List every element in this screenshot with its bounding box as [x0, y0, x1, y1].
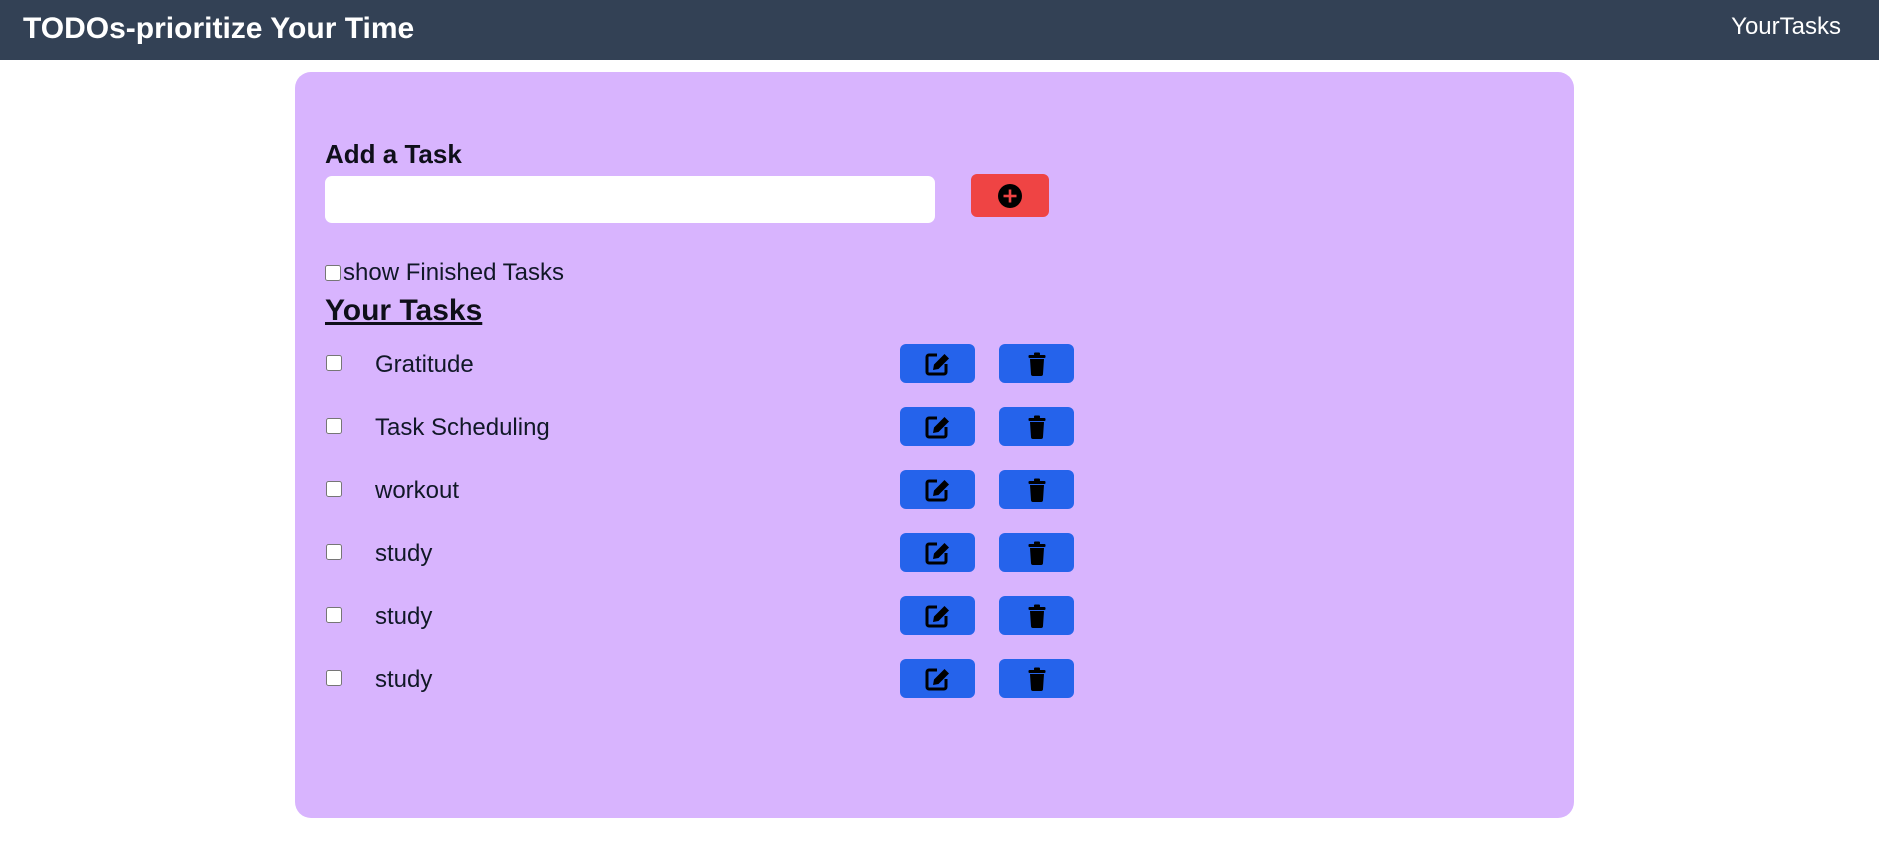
trash-icon — [1028, 478, 1045, 502]
show-finished-checkbox[interactable] — [325, 265, 341, 281]
task-row: workout — [325, 470, 1074, 533]
edit-task-button[interactable] — [900, 533, 975, 572]
task-text: study — [375, 540, 433, 567]
app-title: TODOs-prioritize Your Time — [23, 12, 415, 45]
delete-task-button[interactable] — [999, 344, 1074, 383]
your-tasks-heading: Your Tasks — [325, 294, 483, 327]
add-task-heading: Add a Task — [325, 139, 462, 169]
task-text: workout — [375, 477, 460, 504]
show-finished-toggle[interactable]: show Finished Tasks — [325, 259, 564, 287]
edit-icon — [925, 479, 949, 501]
delete-task-button[interactable] — [999, 533, 1074, 572]
edit-icon — [925, 668, 949, 690]
plus-circle-icon — [998, 183, 1022, 208]
trash-icon — [1028, 541, 1045, 565]
trash-icon — [1028, 415, 1045, 439]
edit-task-button[interactable] — [900, 470, 975, 509]
task-checkbox[interactable] — [326, 355, 342, 371]
task-input[interactable] — [325, 176, 935, 223]
task-checkbox[interactable] — [326, 481, 342, 497]
task-checkbox[interactable] — [326, 670, 342, 686]
delete-task-button[interactable] — [999, 659, 1074, 698]
edit-icon — [925, 605, 949, 627]
task-row: study — [325, 596, 1074, 659]
trash-icon — [1028, 667, 1045, 691]
show-finished-label: show Finished Tasks — [343, 259, 564, 286]
task-checkbox[interactable] — [326, 418, 342, 434]
trash-icon — [1028, 604, 1045, 628]
task-row: Gratitude — [325, 344, 1074, 407]
task-text: study — [375, 666, 433, 693]
trash-icon — [1028, 352, 1045, 376]
todo-panel: Add a Task show Finished Tasks Your Task… — [295, 72, 1574, 818]
task-text: Task Scheduling — [375, 414, 550, 441]
edit-task-button[interactable] — [900, 659, 975, 698]
nav-link-your-tasks[interactable]: YourTasks — [1731, 13, 1841, 41]
task-row: study — [325, 533, 1074, 596]
delete-task-button[interactable] — [999, 407, 1074, 446]
edit-task-button[interactable] — [900, 407, 975, 446]
task-checkbox[interactable] — [326, 544, 342, 560]
task-checkbox[interactable] — [326, 607, 342, 623]
task-text: study — [375, 603, 433, 630]
edit-icon — [925, 353, 949, 375]
task-row: study — [325, 659, 1074, 722]
delete-task-button[interactable] — [999, 470, 1074, 509]
edit-task-button[interactable] — [900, 596, 975, 635]
task-list: Gratitude Task Scheduling workout study … — [325, 344, 1074, 722]
navbar: TODOs-prioritize Your Time YourTasks — [0, 0, 1879, 60]
delete-task-button[interactable] — [999, 596, 1074, 635]
task-text: Gratitude — [375, 351, 474, 378]
edit-icon — [925, 542, 949, 564]
task-row: Task Scheduling — [325, 407, 1074, 470]
add-task-button[interactable] — [971, 174, 1049, 217]
edit-icon — [925, 416, 949, 438]
edit-task-button[interactable] — [900, 344, 975, 383]
